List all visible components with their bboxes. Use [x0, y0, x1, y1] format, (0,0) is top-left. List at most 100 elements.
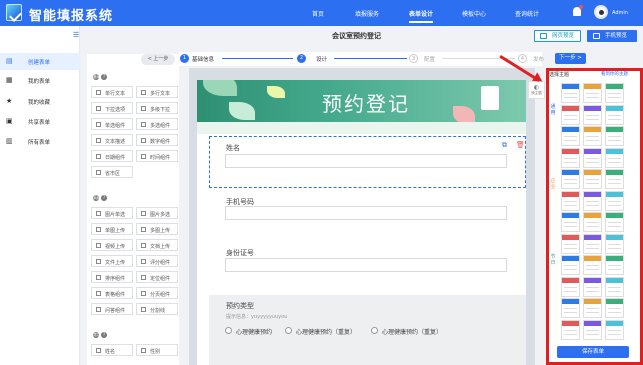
clipboard-icon — [481, 86, 499, 110]
sidebar-item-create-form[interactable]: ▤ 创建表单 — [0, 53, 80, 70]
sidebar-item-favorites[interactable]: ★ 我的收藏 — [0, 93, 80, 110]
user-name[interactable]: Admin — [612, 10, 628, 16]
step-1-label[interactable]: 基础信息 — [192, 55, 214, 63]
phone-input[interactable] — [225, 206, 507, 220]
theme-category-general[interactable]: 通用 — [550, 104, 556, 116]
component-item[interactable]: 视频上传 — [91, 239, 133, 251]
theme-thumbnail[interactable] — [605, 319, 624, 340]
theme-thumbnail[interactable] — [561, 233, 580, 254]
component-item[interactable]: 多级下拉 — [136, 102, 178, 114]
theme-thumbnail[interactable] — [561, 319, 580, 340]
theme-thumbnail[interactable] — [605, 147, 624, 168]
component-item[interactable]: 姓名 — [91, 344, 133, 356]
component-item[interactable]: 单行文本 — [91, 86, 133, 98]
mobile-preview-button[interactable]: 手机预览 — [587, 30, 637, 42]
copy-icon[interactable]: ⧉ — [502, 141, 507, 150]
component-item[interactable]: 单图上传 — [91, 223, 133, 235]
nav-template-center[interactable]: 模板中心 — [462, 9, 486, 18]
component-item[interactable]: 问答组件 — [91, 303, 133, 315]
radio-option-1[interactable] — [225, 327, 232, 334]
theme-thumbnail[interactable] — [583, 233, 602, 254]
theme-thumbnail[interactable] — [605, 104, 624, 125]
theme-thumbnail[interactable] — [583, 83, 602, 103]
bell-icon[interactable] — [573, 5, 583, 16]
theme-thumbnail[interactable] — [605, 276, 624, 297]
sidebar-item-all-forms[interactable]: ▥ 所有表单 — [0, 133, 80, 150]
theme-line — [586, 97, 599, 98]
nav-query-stats[interactable]: 查询统计 — [515, 9, 539, 18]
component-item[interactable]: 多选组件 — [136, 118, 178, 130]
theme-thumbnail[interactable] — [561, 126, 580, 146]
theme-thumbnail[interactable] — [561, 276, 580, 297]
theme-thumbnail[interactable] — [583, 276, 602, 297]
delete-icon[interactable]: 🗑 — [516, 141, 525, 149]
prev-step-button[interactable]: < 上一步 — [141, 54, 175, 65]
theme-thumbnail[interactable] — [605, 126, 624, 146]
theme-thumbnail[interactable] — [583, 298, 602, 318]
theme-thumbnail[interactable] — [583, 126, 602, 146]
sidebar-item-shared-forms[interactable]: ▣ 共享表单 — [0, 113, 80, 130]
component-item[interactable]: 性别 — [136, 344, 178, 356]
theme-thumbnail[interactable] — [561, 190, 580, 211]
radio-option-3[interactable] — [371, 327, 378, 334]
component-item[interactable]: 定位组件 — [136, 271, 178, 283]
theme-category-business[interactable]: 企业 — [550, 178, 556, 190]
theme-thumbnail[interactable] — [583, 319, 602, 340]
theme-thumbnail[interactable] — [561, 298, 580, 318]
component-item[interactable]: 日期组件 — [91, 150, 133, 162]
theme-thumbnail[interactable] — [561, 104, 580, 125]
theme-thumbnail[interactable] — [583, 104, 602, 125]
theme-thumbnail[interactable] — [605, 83, 624, 103]
component-item[interactable]: 时间组件 — [136, 150, 178, 162]
theme-thumbnail[interactable] — [561, 212, 580, 232]
component-item[interactable]: 省市区 — [91, 166, 133, 178]
radio-option-2[interactable] — [285, 327, 292, 334]
component-item[interactable]: 多图上传 — [136, 223, 178, 235]
save-form-button[interactable]: 保存表单 — [557, 346, 629, 358]
theme-thumbnail[interactable] — [605, 233, 624, 254]
nav-form-design[interactable]: 表单设计 — [409, 9, 434, 23]
theme-thumbnail[interactable] — [605, 190, 624, 211]
theme-thumbnail[interactable] — [583, 169, 602, 189]
component-item[interactable]: 图片多选 — [136, 207, 178, 219]
avatar[interactable] — [594, 5, 608, 19]
component-item[interactable]: 多行文本 — [136, 86, 178, 98]
name-input[interactable] — [225, 154, 507, 168]
nav-fill-service[interactable]: 填报服务 — [355, 9, 379, 18]
component-item[interactable]: 分页组件 — [136, 287, 178, 299]
component-item[interactable]: 图片单选 — [91, 207, 133, 219]
component-item[interactable]: 单选组件 — [91, 118, 133, 130]
theme-thumbnail[interactable] — [561, 147, 580, 168]
collapse-menu-icon[interactable]: ☰ — [73, 31, 79, 39]
theme-thumbnail[interactable] — [605, 298, 624, 318]
theme-panel-link[interactable]: 看到你的主题 — [601, 71, 628, 77]
component-item[interactable]: 表格组件 — [91, 287, 133, 299]
theme-thumbnail[interactable] — [605, 169, 624, 189]
step-4-label[interactable]: 发布 — [533, 55, 544, 63]
component-item[interactable]: 文档上传 — [136, 239, 178, 251]
step-2-label[interactable]: 设计 — [316, 55, 327, 63]
component-item[interactable]: 评分组件 — [136, 255, 178, 267]
theme-thumbnail[interactable] — [583, 255, 602, 275]
nav-home[interactable]: 首页 — [312, 9, 324, 18]
theme-category-festival[interactable]: 节日 — [550, 254, 556, 266]
theme-thumbnail[interactable] — [561, 255, 580, 275]
next-step-button[interactable]: 下一步 > — [555, 53, 586, 64]
theme-thumbnail[interactable] — [583, 190, 602, 211]
sidebar-item-my-forms[interactable]: ▦ 我的表单 — [0, 72, 80, 89]
component-item[interactable]: 文本描述 — [91, 134, 133, 146]
theme-thumbnail[interactable] — [583, 147, 602, 168]
component-item[interactable]: 文件上传 — [91, 255, 133, 267]
id-input[interactable] — [225, 258, 507, 272]
theme-thumbnail[interactable] — [605, 212, 624, 232]
theme-thumbnail[interactable] — [605, 255, 624, 275]
component-item[interactable]: 分割线 — [136, 303, 178, 315]
theme-thumbnail[interactable] — [561, 83, 580, 103]
web-preview-button[interactable]: 网页预览 — [534, 30, 581, 42]
component-item[interactable]: 排序组件 — [91, 271, 133, 283]
theme-thumbnail[interactable] — [583, 212, 602, 232]
component-item[interactable]: 数字组件 — [136, 134, 178, 146]
theme-thumbnail[interactable] — [561, 169, 580, 189]
step-3-label[interactable]: 配置 — [424, 55, 435, 63]
component-item[interactable]: 下拉选项 — [91, 102, 133, 114]
